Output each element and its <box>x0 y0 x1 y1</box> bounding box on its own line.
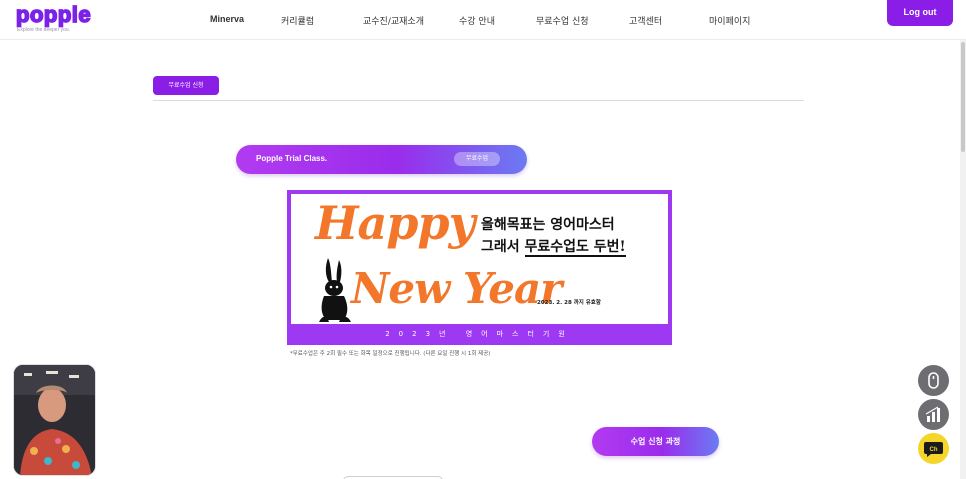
banner-headline-line2: 그래서 무료수업도 두번! <box>481 236 626 257</box>
nav-item-support[interactable]: 고객센터 <box>629 14 662 27</box>
level-test-button[interactable] <box>918 399 949 430</box>
trial-class-title: Popple Trial Class. <box>256 154 328 163</box>
site-header: popple Explore the deeper you. Minerva 커… <box>0 0 966 40</box>
section-tag: 무료수업 신청 <box>153 76 219 95</box>
bar-chart-icon <box>925 406 940 422</box>
chat-bubble-icon: Ch <box>924 442 943 457</box>
channel-talk-button[interactable]: Ch <box>918 433 949 464</box>
banner-valid-date: 2023. 2. 28 까지 유효함 <box>537 300 601 306</box>
nav-item-free-class[interactable]: 무료수업 신청 <box>536 14 589 27</box>
main-nav: Minerva 커리큘럼 교수진/교재소개 수강 안내 무료수업 신청 고객센터… <box>0 14 966 28</box>
video-frame <box>14 365 95 475</box>
class-application-process-button[interactable]: 수업 신청 과정 <box>592 427 719 456</box>
section-divider <box>153 100 804 101</box>
mouse-icon <box>928 372 939 389</box>
channel-label: Ch <box>930 447 938 453</box>
trial-class-banner: Popple Trial Class. 무료수업 <box>236 145 527 174</box>
nav-item-curriculum[interactable]: 커리큘럼 <box>281 14 314 27</box>
nav-item-enrollment[interactable]: 수강 안내 <box>459 14 495 27</box>
banner-headline-line1: 올해목표는 영어마스터 <box>481 217 615 233</box>
logout-button[interactable]: Log out <box>887 0 953 26</box>
free-class-chip: 무료수업 <box>454 152 500 166</box>
scroll-mouse-button[interactable] <box>918 365 949 396</box>
nav-item-mypage[interactable]: 마이페이지 <box>709 14 750 27</box>
banner-bottom-caption: 2023년 영어마스터기원 <box>385 330 574 338</box>
nav-item-minerva[interactable]: Minerva <box>210 14 244 24</box>
scrollbar-thumb[interactable] <box>961 42 965 152</box>
rabbit-illustration <box>319 258 351 322</box>
new-year-promo-banner: Happy New Year 올해목표는 영어마스터 그래서 무료수업도 두번!… <box>287 190 672 345</box>
nav-item-faculty[interactable]: 교수진/교재소개 <box>363 14 424 27</box>
floating-video[interactable] <box>13 364 96 476</box>
happy-text: Happy <box>315 196 475 250</box>
banner-content: Happy New Year 올해목표는 영어마스터 그래서 무료수업도 두번!… <box>291 194 668 324</box>
free-class-note: *무료수업은 주 2회 필수 또는 화목 일정으로 진행됩니다. (다른 요일 … <box>290 351 491 357</box>
headline-prefix: 그래서 <box>481 239 525 255</box>
new-year-text: New Year <box>351 264 562 313</box>
headline-emphasis: 무료수업도 두번! <box>524 239 626 257</box>
